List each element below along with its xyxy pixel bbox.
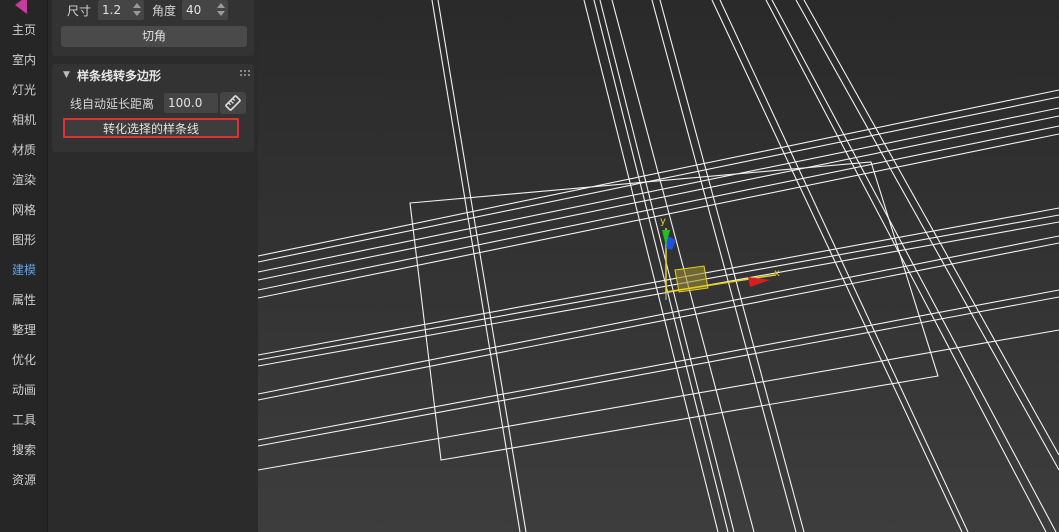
size-value: 1.2: [102, 3, 122, 17]
nav-item-properties[interactable]: 属性: [0, 288, 48, 312]
gizmo-y-label: y: [660, 216, 666, 227]
3d-viewport[interactable]: y x: [258, 0, 1059, 532]
app-logo-icon[interactable]: [15, 0, 27, 14]
main-nav: 主页 室内 灯光 相机 材质 渲染 网格 图形 建模 属性 整理 优化 动画 工…: [0, 0, 48, 532]
spline-to-poly-card: ▼ 样条线转多边形 线自动延长距离 100.0 转化选择的样条线: [52, 64, 254, 152]
collapse-triangle-icon[interactable]: ▼: [63, 70, 70, 80]
nav-item-modeling[interactable]: 建模: [0, 258, 48, 282]
nav-item-lights[interactable]: 灯光: [0, 78, 48, 102]
nav-item-optimize[interactable]: 优化: [0, 348, 48, 372]
nav-item-material[interactable]: 材质: [0, 138, 48, 162]
nav-item-home[interactable]: 主页: [0, 18, 48, 42]
nav-item-camera[interactable]: 相机: [0, 108, 48, 132]
nav-item-search[interactable]: 搜索: [0, 438, 48, 462]
size-label: 尺寸: [67, 4, 92, 18]
section-title: 样条线转多边形: [77, 69, 162, 83]
nav-item-interior[interactable]: 室内: [0, 48, 48, 72]
angle-value: 40: [186, 3, 202, 17]
nav-item-animation[interactable]: 动画: [0, 378, 48, 402]
nav-item-resources[interactable]: 资源: [0, 468, 48, 492]
drag-handle-icon[interactable]: [240, 70, 250, 79]
nav-item-tools[interactable]: 工具: [0, 408, 48, 432]
extend-distance-label: 线自动延长距离: [70, 97, 155, 111]
ruler-icon: [225, 95, 241, 111]
spinner-arrows-icon[interactable]: [217, 3, 225, 17]
nav-item-mesh[interactable]: 网格: [0, 198, 48, 222]
gizmo-x-label: x: [774, 268, 780, 279]
transform-gizmo-icon: y x: [660, 216, 780, 300]
nav-item-organize[interactable]: 整理: [0, 318, 48, 342]
angle-label: 角度: [152, 4, 177, 18]
convert-spline-button[interactable]: 转化选择的样条线: [63, 118, 239, 138]
wireframe-scene: y x: [258, 0, 1059, 532]
extend-distance-input[interactable]: 100.0: [164, 93, 218, 113]
chamfer-button[interactable]: 切角: [61, 26, 247, 47]
angle-spinner[interactable]: 40: [182, 0, 228, 20]
nav-item-shapes[interactable]: 图形: [0, 228, 48, 252]
nav-item-render[interactable]: 渲染: [0, 168, 48, 192]
spinner-arrows-icon[interactable]: [133, 3, 141, 17]
size-spinner[interactable]: 1.2: [98, 0, 144, 20]
modeling-panel: 尺寸 1.2 角度 40 切角 ▼ 样条线转多边形 线自动延长距离 100.0: [48, 0, 258, 532]
measure-button[interactable]: [220, 92, 246, 114]
chamfer-card: 尺寸 1.2 角度 40 切角: [52, 0, 254, 56]
